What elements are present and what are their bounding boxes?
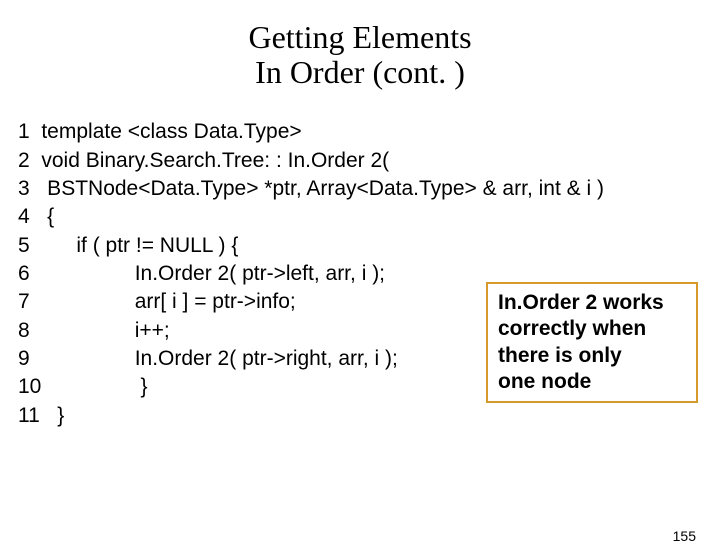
slide-title: Getting Elements In Order (cont. ) xyxy=(0,20,720,90)
code-line: 11 } xyxy=(18,402,720,430)
code-line: 1 template <class Data.Type> xyxy=(18,118,720,146)
code-line: 4 { xyxy=(18,203,720,231)
callout-line: there is only xyxy=(498,344,622,367)
callout-line: correctly when xyxy=(498,317,646,340)
page-number: 155 xyxy=(673,528,696,544)
code-line: 3 BSTNode<Data.Type> *ptr, Array<Data.Ty… xyxy=(18,175,720,203)
callout-line: In.Order 2 works xyxy=(498,291,664,314)
code-line: 5 if ( ptr != NULL ) { xyxy=(18,232,720,260)
code-line: 2 void Binary.Search.Tree: : In.Order 2( xyxy=(18,147,720,175)
callout-box: In.Order 2 works correctly when there is… xyxy=(486,282,698,403)
title-line-2: In Order (cont. ) xyxy=(255,54,465,90)
title-line-1: Getting Elements xyxy=(248,19,471,55)
callout-line: one node xyxy=(498,370,591,393)
